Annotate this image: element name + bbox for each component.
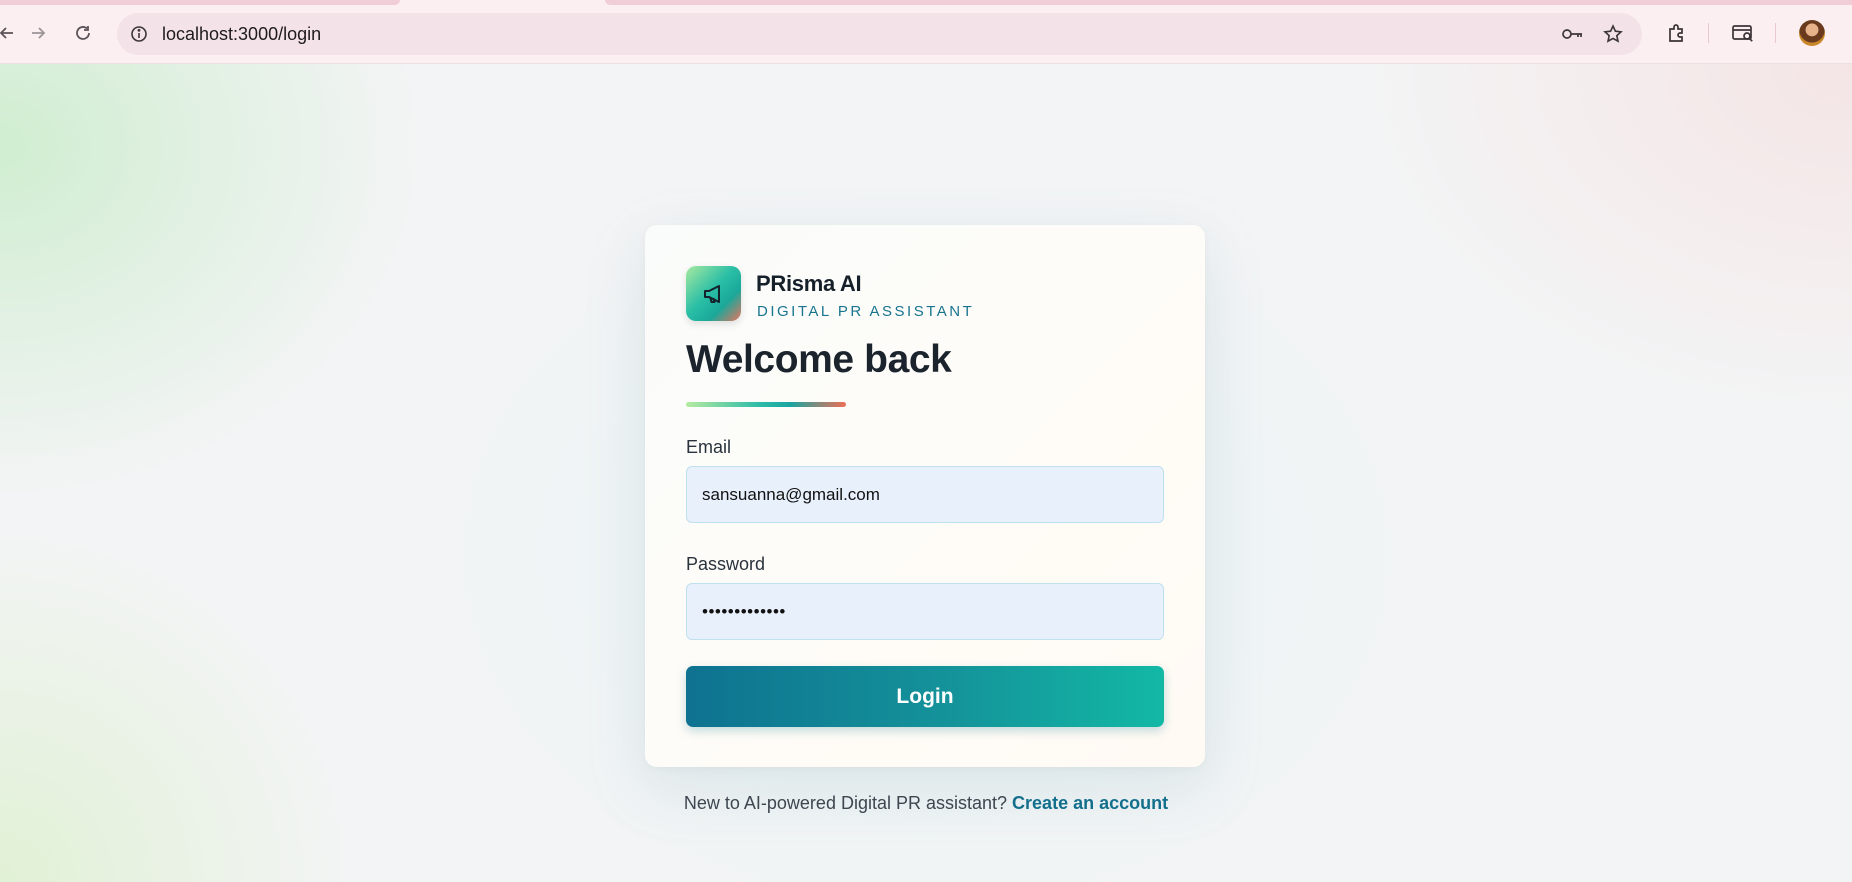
profile-avatar[interactable]	[1799, 20, 1825, 46]
url-text[interactable]: localhost:3000/login	[162, 24, 321, 45]
back-icon[interactable]	[0, 18, 22, 48]
login-button[interactable]: Login	[686, 666, 1164, 727]
site-info-icon[interactable]	[129, 24, 149, 44]
signup-prompt-text: New to AI-powered Digital PR assistant?	[683, 793, 1008, 813]
key-icon[interactable]	[1561, 23, 1585, 45]
brand-tagline: DIGITAL PR ASSISTANT	[757, 303, 975, 320]
login-card: PRisma AI DIGITAL PR ASSISTANT Welcome b…	[645, 225, 1205, 767]
address-bar[interactable]: localhost:3000/login	[117, 13, 1642, 55]
browser-toolbar: localhost:3000/login	[0, 0, 1852, 64]
password-label: Password	[686, 554, 766, 574]
toolbar-divider	[1708, 23, 1709, 43]
signup-prompt: New to AI-powered Digital PR assistant? …	[0, 793, 1852, 814]
brand-name: PRisma AI	[756, 271, 862, 296]
reload-icon[interactable]	[68, 18, 98, 48]
page-title: Welcome back	[686, 338, 952, 381]
brand-logo	[686, 266, 741, 321]
extensions-icon[interactable]	[1663, 19, 1691, 47]
login-page: PRisma AI DIGITAL PR ASSISTANT Welcome b…	[0, 64, 1852, 882]
tab-search-icon[interactable]	[1729, 19, 1757, 47]
email-label: Email	[686, 437, 732, 457]
forward-icon[interactable]	[23, 18, 53, 48]
browser-tab[interactable]	[0, 0, 400, 5]
create-account-link[interactable]: Create an account	[1012, 793, 1168, 813]
toolbar-divider	[1775, 23, 1776, 43]
title-underline	[686, 402, 846, 407]
megaphone-icon	[703, 284, 720, 303]
browser-tab[interactable]	[605, 0, 1852, 5]
email-field[interactable]	[686, 466, 1164, 523]
password-field[interactable]	[686, 583, 1164, 640]
star-icon[interactable]	[1601, 23, 1625, 45]
